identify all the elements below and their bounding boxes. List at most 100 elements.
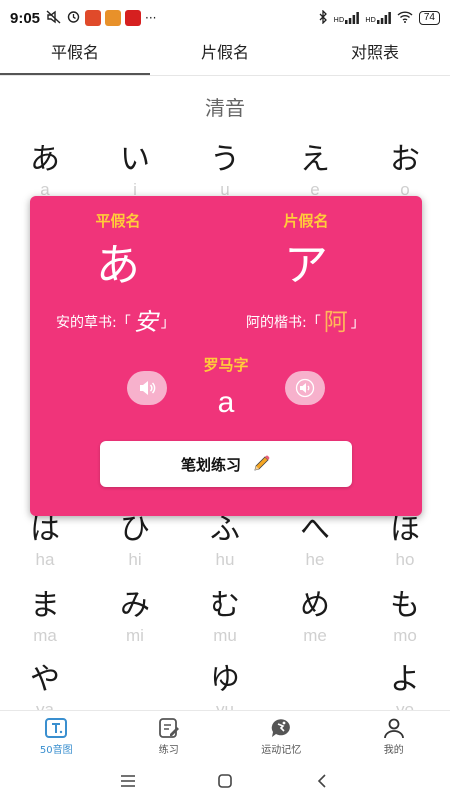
- kana-romaji: mu: [213, 626, 237, 645]
- kana-character: ひ: [120, 512, 150, 547]
- section-title: 清音: [205, 96, 245, 120]
- home-button[interactable]: [210, 766, 240, 796]
- katakana-character: ア: [284, 240, 328, 291]
- status-right: HD HD 74: [318, 8, 440, 27]
- kana-cell[interactable]: み mi: [90, 588, 180, 648]
- pencil-icon: [254, 455, 270, 471]
- profile-icon: [383, 718, 404, 739]
- play-sound-button[interactable]: [127, 371, 167, 405]
- app-notification-icon: [85, 10, 102, 26]
- more-notifications-icon: ···: [145, 11, 157, 25]
- kana-character: ゆ: [210, 662, 240, 697]
- nav-label: 运动记忆: [261, 745, 302, 756]
- kana-cell[interactable]: うu: [180, 142, 270, 202]
- kana-cell[interactable]: へ he: [270, 512, 360, 572]
- alarm-icon: [66, 9, 81, 27]
- kana-chart-icon: [45, 718, 68, 738]
- kana-cell[interactable]: ふ hu: [180, 512, 270, 572]
- stroke-practice-button[interactable]: 笔划练习: [100, 441, 352, 487]
- kana-character: む: [210, 588, 240, 623]
- kana-romaji: mo: [393, 626, 417, 645]
- kana-character: は: [30, 512, 60, 547]
- kana-character: ふ: [210, 512, 240, 547]
- katakana-label: 片假名: [283, 212, 329, 230]
- kana-romaji: he: [305, 550, 325, 569]
- kana-cell[interactable]: は ha: [0, 512, 90, 572]
- signal-icon: HD: [365, 12, 391, 24]
- kana-romaji: ha: [35, 550, 55, 569]
- menu-icon: [121, 775, 136, 787]
- regular-origin-glyph: 阿: [323, 308, 348, 336]
- kana-character: お: [390, 142, 420, 177]
- signal-icon: HD: [334, 12, 360, 24]
- motion-memory-icon: [271, 719, 291, 737]
- kana-row: ま ma み mi む mu め me も mo: [0, 588, 450, 658]
- kana-cell[interactable]: む mu: [180, 588, 270, 648]
- nav-kana-chart[interactable]: 50音图: [0, 711, 113, 762]
- kana-character: や: [30, 662, 60, 697]
- kana-character: い: [120, 142, 150, 177]
- kana-romaji: mi: [126, 626, 144, 645]
- play-sound-alt-button[interactable]: [285, 371, 325, 405]
- kana-cell[interactable]: おo: [360, 142, 450, 202]
- kana-cell[interactable]: いi: [90, 142, 180, 202]
- recent-apps-button[interactable]: [113, 766, 143, 796]
- kana-cell[interactable]: あa: [0, 142, 90, 202]
- nav-profile[interactable]: 我的: [338, 711, 450, 762]
- kana-cell[interactable]: ひ hi: [90, 512, 180, 572]
- nav-label: 50音图: [39, 745, 73, 756]
- tab-comparison-table[interactable]: 对照表: [300, 36, 450, 76]
- kana-cell[interactable]: め me: [270, 588, 360, 648]
- kana-romaji: me: [303, 626, 327, 645]
- kana-character: ま: [30, 588, 60, 623]
- kana-tabs: 平假名 片假名 对照表: [0, 36, 450, 76]
- back-button[interactable]: [307, 766, 337, 796]
- kana-character: ほ: [390, 512, 420, 547]
- kana-cell[interactable]: も mo: [360, 588, 450, 648]
- wifi-icon: [397, 10, 413, 26]
- bluetooth-icon: [318, 8, 328, 27]
- nav-label: 我的: [383, 745, 404, 756]
- bottom-navigation: 50音图 练习 运动记忆 我的: [0, 710, 450, 762]
- nav-motion-memory[interactable]: 运动记忆: [225, 711, 338, 762]
- speaker-icon: [295, 378, 315, 398]
- stroke-practice-label: 笔划练习: [180, 455, 241, 474]
- status-time: 9:05: [10, 9, 41, 27]
- cursive-origin: 安的草书:「安」: [56, 302, 175, 337]
- app-screen: 9:05 ··· HD HD 74 平假名 片假名 对照表 清音 あ a い i…: [0, 0, 450, 800]
- romaji-label: 罗马字: [203, 356, 249, 374]
- kana-romaji: hi: [128, 550, 142, 569]
- back-icon: [317, 774, 326, 788]
- cursive-origin-suffix: 」: [160, 315, 175, 331]
- kana-character: み: [120, 588, 150, 623]
- cursive-origin-glyph: 安: [133, 308, 158, 336]
- tab-hiragana[interactable]: 平假名: [0, 36, 150, 76]
- system-navigation-bar: [0, 762, 450, 800]
- kana-cell[interactable]: ほ ho: [360, 512, 450, 572]
- nav-practice[interactable]: 练习: [113, 711, 226, 762]
- kana-character: も: [390, 588, 420, 623]
- kana-romaji: ma: [33, 626, 57, 645]
- kana-character: え: [300, 142, 330, 177]
- hd-label: HD: [365, 16, 376, 24]
- regular-origin-prefix: 阿的楷书:「: [246, 315, 321, 331]
- kana-character: あ: [30, 142, 60, 177]
- kana-romaji: ho: [395, 550, 415, 569]
- cursive-origin-prefix: 安的草书:「: [56, 315, 131, 331]
- app-notification-icon: [105, 10, 122, 26]
- status-bar: 9:05 ··· HD HD 74: [0, 0, 450, 36]
- app-notification-icon: [125, 10, 142, 26]
- kana-detail-card: 平假名 片假名 あ ア 安的草书:「安」 阿的楷书:「阿」 罗马字 a 笔划练习: [30, 196, 422, 516]
- silent-icon: [46, 9, 62, 27]
- practice-icon: [158, 718, 179, 738]
- kana-romaji: hu: [215, 550, 235, 569]
- hd-label: HD: [333, 16, 345, 24]
- kana-character: よ: [390, 662, 420, 697]
- nav-label: 练习: [158, 745, 179, 756]
- kana-character: う: [210, 142, 240, 177]
- kana-cell[interactable]: ま ma: [0, 588, 90, 648]
- hiragana-label: 平假名: [95, 212, 141, 230]
- kana-cell[interactable]: えe: [270, 142, 360, 202]
- tabs-divider: [0, 75, 450, 76]
- tab-katakana[interactable]: 片假名: [150, 36, 300, 76]
